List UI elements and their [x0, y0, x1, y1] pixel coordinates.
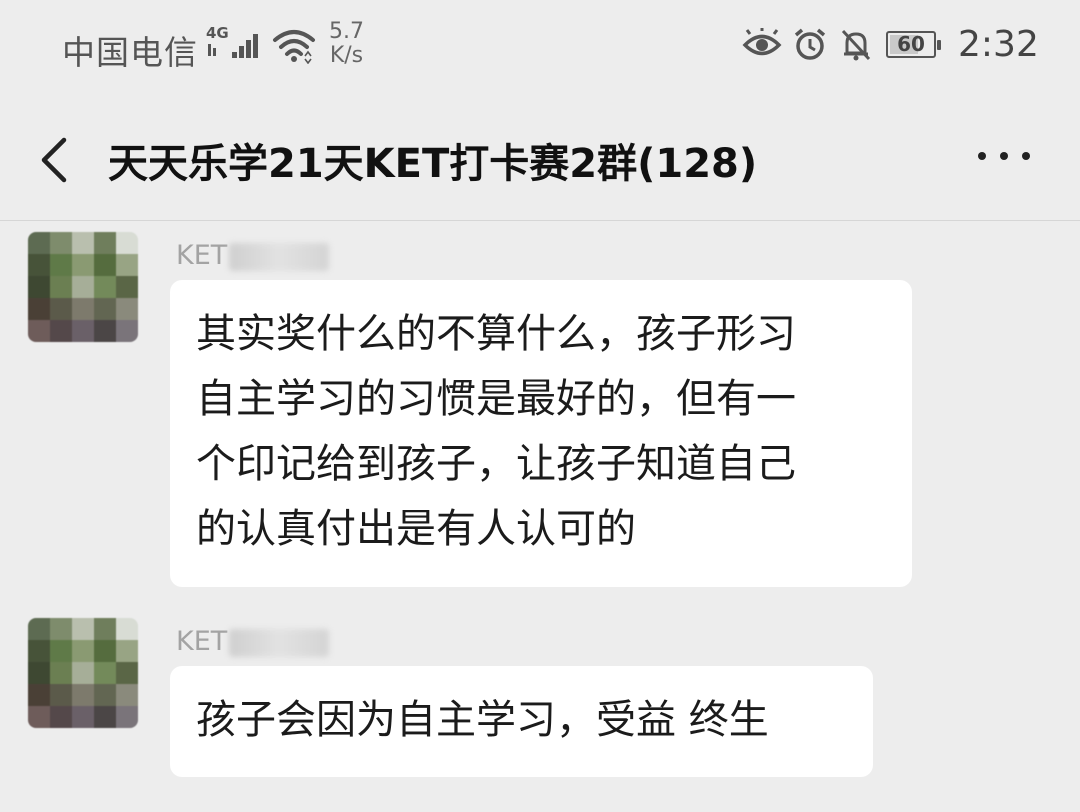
- redacted-name: [229, 628, 330, 657]
- alarm-icon: [792, 27, 828, 67]
- message-line: 的认真付出是有人认可的: [196, 506, 636, 552]
- speed-unit: K/s: [329, 43, 364, 68]
- message-bubble[interactable]: 孩子会因为自主学习，受益 终生: [170, 666, 873, 777]
- avatar[interactable]: [28, 618, 138, 728]
- avatar[interactable]: [28, 232, 138, 342]
- back-button[interactable]: [30, 130, 80, 190]
- speed-value: 5.7: [329, 19, 364, 44]
- message-bubble[interactable]: 其实奖什么的不算什么，孩子形习 自主学习的习惯是最好的，但有一 个印记给到孩子，…: [170, 280, 912, 587]
- sender-name-text: KET: [176, 240, 228, 271]
- sender-name: KET: [176, 626, 330, 657]
- eye-icon: [742, 28, 782, 66]
- sender-name-text: KET: [176, 626, 228, 657]
- carrier-name: 中国电信: [62, 33, 198, 72]
- chevron-left-icon: [41, 137, 67, 183]
- cellular-signal-icon: 4G: [206, 22, 266, 66]
- message-line: 孩子会因为自主学习，受益 终生: [196, 697, 769, 743]
- network-speed: 5.7 K/s: [329, 20, 364, 68]
- sender-name: KET: [176, 240, 330, 271]
- network-type-label: 4G: [206, 24, 229, 42]
- message-line: 个印记给到孩子，让孩子知道自己: [196, 441, 796, 487]
- bell-off-icon: [838, 27, 874, 67]
- status-icons: [742, 27, 874, 67]
- redacted-name: [229, 242, 330, 271]
- battery-level: 60: [897, 32, 925, 56]
- status-time: 2:32: [958, 24, 1039, 65]
- status-bar: 中国电信 4G 5.7 K/s 60 2:32: [0, 0, 1080, 94]
- more-dots-icon[interactable]: [978, 144, 1030, 168]
- wifi-icon: [272, 28, 316, 68]
- chat-header: 天天乐学21天KET打卡赛2群(128): [0, 94, 1080, 221]
- page-title: 天天乐学21天KET打卡赛2群(128): [108, 141, 758, 187]
- battery-icon: 60: [886, 31, 941, 58]
- message-line: 其实奖什么的不算什么，孩子形习: [196, 311, 796, 357]
- message-line: 自主学习的习惯是最好的，但有一: [196, 376, 796, 422]
